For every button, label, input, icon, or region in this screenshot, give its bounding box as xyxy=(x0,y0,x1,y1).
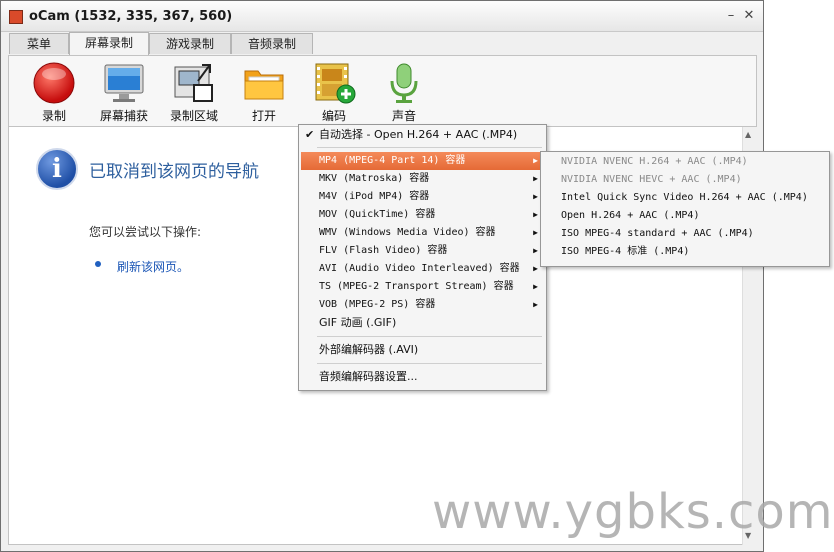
record-region-label: 录制区域 xyxy=(169,109,218,123)
check-icon: ✔ xyxy=(305,128,315,141)
navigation-cancelled-title: 已取消到该网页的导航 xyxy=(89,162,259,182)
submenu-item-nvenc-h264[interactable]: NVIDIA NVENC H.264 + AAC (.MP4) xyxy=(543,153,827,171)
ocam-app-icon xyxy=(9,10,23,24)
submenu-arrow-icon: ▶ xyxy=(533,192,538,201)
menu-item-label: M4V (iPod MP4) 容器 xyxy=(319,191,430,202)
submenu-arrow-icon: ▶ xyxy=(533,156,538,165)
scroll-up-arrow-icon[interactable]: ▲ xyxy=(745,130,751,139)
submenu-arrow-icon: ▶ xyxy=(533,264,538,273)
submenu-item-intel-quick-sync[interactable]: Intel Quick Sync Video H.264 + AAC (.MP4… xyxy=(543,189,827,207)
mp4-submenu: NVIDIA NVENC H.264 + AAC (.MP4) NVIDIA N… xyxy=(540,151,830,267)
menu-item-label: MP4 (MPEG-4 Part 14) 容器 xyxy=(319,155,466,166)
record-button[interactable]: 录制 xyxy=(21,56,87,126)
close-button[interactable]: ✕ xyxy=(741,8,757,24)
menu-item-label: MOV (QuickTime) 容器 xyxy=(319,209,436,220)
screen-capture-label: 屏幕捕获 xyxy=(99,109,148,123)
folder-icon xyxy=(242,61,286,105)
tab-menu[interactable]: 菜单 xyxy=(9,33,69,54)
codec-button[interactable]: 编码 xyxy=(301,56,367,126)
submenu-arrow-icon: ▶ xyxy=(533,228,538,237)
record-icon xyxy=(32,61,76,105)
menu-item-auto-select-label: 自动选择 - Open H.264 + AAC (.MP4) xyxy=(319,128,518,141)
menu-item-auto-select[interactable]: ✔ 自动选择 - Open H.264 + AAC (.MP4) xyxy=(301,126,544,144)
menu-item-mov-container[interactable]: MOV (QuickTime) 容器 ▶ xyxy=(301,206,544,224)
menu-item-m4v-container[interactable]: M4V (iPod MP4) 容器 ▶ xyxy=(301,188,544,206)
microphone-icon xyxy=(382,61,426,105)
open-label: 打开 xyxy=(251,109,276,123)
title-bar[interactable]: oCam (1532, 335, 367, 560) – ✕ xyxy=(1,1,763,32)
bullet-icon xyxy=(95,261,101,267)
codec-menu: ✔ 自动选择 - Open H.264 + AAC (.MP4) MP4 (MP… xyxy=(298,124,547,391)
submenu-item-iso-mpeg4-aac[interactable]: ISO MPEG-4 standard + AAC (.MP4) xyxy=(543,225,827,243)
screen-capture-button[interactable]: 屏幕捕获 xyxy=(91,56,157,126)
menu-item-wmv-container[interactable]: WMV (Windows Media Video) 容器 ▶ xyxy=(301,224,544,242)
menu-item-label: WMV (Windows Media Video) 容器 xyxy=(319,227,496,238)
menu-item-mp4-container[interactable]: MP4 (MPEG-4 Part 14) 容器 ▶ xyxy=(301,152,544,170)
submenu-item-open-h264[interactable]: Open H.264 + AAC (.MP4) xyxy=(543,207,827,225)
window-title: oCam (1532, 335, 367, 560) xyxy=(29,9,233,24)
info-icon: i xyxy=(36,148,78,190)
menu-item-external-codec[interactable]: 外部编解码器 (.AVI) xyxy=(301,341,544,359)
submenu-arrow-icon: ▶ xyxy=(533,210,538,219)
menu-item-gif-animation[interactable]: GIF 动画 (.GIF) xyxy=(301,314,544,332)
suggestion-text: 您可以尝试以下操作: xyxy=(89,225,202,239)
tab-audio-record[interactable]: 音频录制 xyxy=(231,33,313,54)
refresh-page-link[interactable]: 刷新该网页。 xyxy=(117,258,189,275)
minimize-button[interactable]: – xyxy=(723,8,739,24)
toolbar: 录制 屏幕捕获 录制区域 打开 编码 声音 xyxy=(8,55,757,127)
record-region-button[interactable]: 录制区域 xyxy=(161,56,227,126)
menu-separator xyxy=(317,363,542,364)
menu-item-avi-container[interactable]: AVI (Audio Video Interleaved) 容器 ▶ xyxy=(301,260,544,278)
film-codec-icon xyxy=(312,61,356,105)
region-icon xyxy=(172,61,216,105)
submenu-arrow-icon: ▶ xyxy=(533,282,538,291)
menu-item-label: VOB (MPEG-2 PS) 容器 xyxy=(319,299,436,310)
menu-item-ts-container[interactable]: TS (MPEG-2 Transport Stream) 容器 ▶ xyxy=(301,278,544,296)
menu-item-label: TS (MPEG-2 Transport Stream) 容器 xyxy=(319,281,514,292)
submenu-arrow-icon: ▶ xyxy=(533,246,538,255)
watermark-text: www.ygbks.com xyxy=(432,484,834,540)
sound-button[interactable]: 声音 xyxy=(371,56,437,126)
submenu-item-nvenc-hevc[interactable]: NVIDIA NVENC HEVC + AAC (.MP4) xyxy=(543,171,827,189)
menu-item-flv-container[interactable]: FLV (Flash Video) 容器 ▶ xyxy=(301,242,544,260)
open-button[interactable]: 打开 xyxy=(231,56,297,126)
menu-separator xyxy=(317,147,542,148)
submenu-arrow-icon: ▶ xyxy=(533,174,538,183)
tab-game-record[interactable]: 游戏录制 xyxy=(149,33,231,54)
menu-separator xyxy=(317,336,542,337)
sound-label: 声音 xyxy=(391,109,416,123)
tab-screen-record[interactable]: 屏幕录制 xyxy=(69,32,149,55)
menu-item-vob-container[interactable]: VOB (MPEG-2 PS) 容器 ▶ xyxy=(301,296,544,314)
menu-item-audio-codec-settings[interactable]: 音频编解码器设置... xyxy=(301,368,544,386)
menu-item-label: FLV (Flash Video) 容器 xyxy=(319,245,448,256)
submenu-item-iso-mpeg4-standard[interactable]: ISO MPEG-4 标准 (.MP4) xyxy=(543,243,827,261)
monitor-icon xyxy=(102,61,146,105)
record-label: 录制 xyxy=(41,109,66,123)
codec-label: 编码 xyxy=(321,109,346,123)
menu-item-mkv-container[interactable]: MKV (Matroska) 容器 ▶ xyxy=(301,170,544,188)
menu-item-label: AVI (Audio Video Interleaved) 容器 xyxy=(319,263,520,274)
menu-item-label: MKV (Matroska) 容器 xyxy=(319,173,430,184)
submenu-arrow-icon: ▶ xyxy=(533,300,538,309)
